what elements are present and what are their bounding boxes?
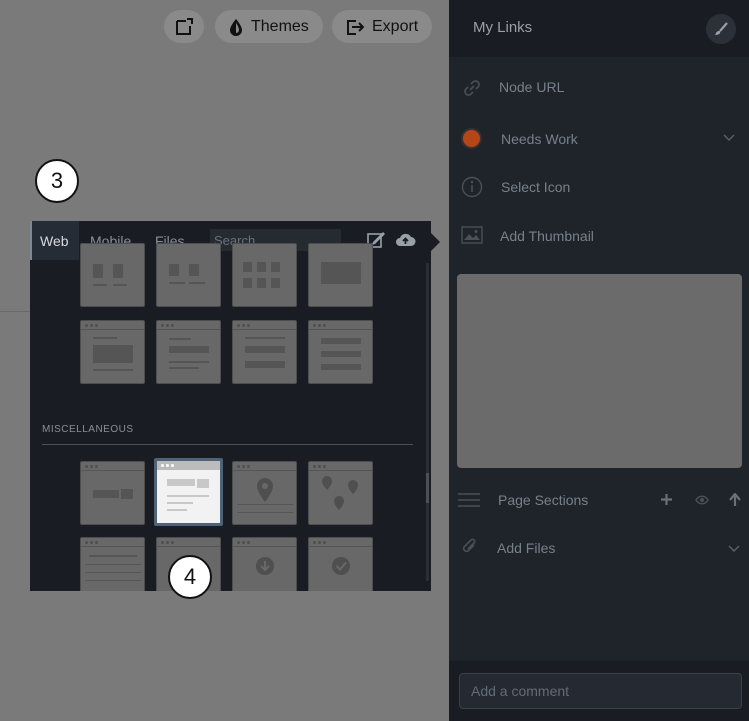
template-thumb[interactable] bbox=[232, 243, 297, 307]
export-icon bbox=[347, 19, 364, 35]
chevron-down-icon[interactable] bbox=[728, 545, 740, 553]
template-thumb[interactable] bbox=[232, 461, 297, 525]
template-thumb[interactable] bbox=[80, 243, 145, 307]
template-thumb[interactable] bbox=[80, 461, 145, 525]
step-4-marker: 4 bbox=[168, 555, 212, 599]
download-circle-icon bbox=[256, 557, 274, 575]
chevron-down-icon[interactable] bbox=[723, 134, 735, 142]
brush-button[interactable] bbox=[706, 14, 736, 44]
template-thumb[interactable] bbox=[308, 320, 373, 384]
arrow-up-icon[interactable] bbox=[729, 493, 741, 506]
template-thumb[interactable] bbox=[80, 320, 145, 384]
template-thumb[interactable] bbox=[308, 461, 373, 525]
template-thumb[interactable] bbox=[308, 243, 373, 307]
info-icon bbox=[461, 176, 483, 198]
map-pin-icon bbox=[257, 478, 273, 502]
image-icon bbox=[461, 226, 483, 244]
eye-icon[interactable] bbox=[695, 495, 709, 505]
node-url-field[interactable]: Node URL bbox=[499, 79, 564, 95]
page-sections-label: Page Sections bbox=[498, 492, 589, 508]
add-files-field[interactable]: Add Files bbox=[497, 540, 555, 556]
select-icon-field[interactable]: Select Icon bbox=[501, 179, 570, 195]
picker-scrollbar[interactable] bbox=[426, 263, 429, 581]
template-thumb-selected[interactable] bbox=[154, 458, 223, 526]
status-dropdown[interactable]: Needs Work bbox=[501, 131, 578, 147]
multi-pin-icon bbox=[322, 476, 358, 510]
tab-web[interactable]: Web bbox=[30, 221, 79, 260]
thumbnail-preview[interactable] bbox=[457, 274, 742, 468]
template-thumb[interactable] bbox=[308, 537, 373, 591]
template-thumb[interactable] bbox=[156, 243, 221, 307]
themes-button[interactable]: Themes bbox=[215, 10, 323, 43]
export-label: Export bbox=[372, 17, 419, 35]
status-dot bbox=[461, 128, 482, 149]
add-thumbnail-field[interactable]: Add Thumbnail bbox=[500, 228, 594, 244]
template-thumb[interactable] bbox=[80, 537, 145, 591]
export-button[interactable]: Export bbox=[332, 10, 433, 43]
sidebar-header: My Links bbox=[449, 0, 749, 57]
section-divider bbox=[42, 444, 413, 445]
template-thumb[interactable] bbox=[232, 320, 297, 384]
check-circle-icon bbox=[332, 557, 350, 575]
page-corner-icon bbox=[176, 17, 193, 35]
template-thumb[interactable] bbox=[232, 537, 297, 591]
hamburger-icon[interactable] bbox=[458, 492, 480, 508]
links-sidebar: My Links Node URL Needs Work Select Icon… bbox=[449, 0, 749, 721]
sidebar-title: My Links bbox=[473, 19, 533, 36]
picker-pointer bbox=[431, 233, 440, 251]
canvas-divider bbox=[0, 311, 30, 312]
plus-icon[interactable] bbox=[661, 494, 672, 505]
brush-icon bbox=[715, 22, 728, 35]
droplet-icon bbox=[230, 18, 242, 36]
step-3-marker: 3 bbox=[35, 159, 79, 203]
page-icon-button[interactable] bbox=[164, 10, 204, 43]
themes-label: Themes bbox=[251, 17, 309, 35]
comment-input[interactable] bbox=[459, 673, 742, 709]
cloud-upload-icon[interactable] bbox=[395, 232, 416, 247]
paperclip-icon bbox=[462, 538, 476, 553]
picker-scrollbar-thumb[interactable] bbox=[426, 473, 429, 503]
template-thumb[interactable] bbox=[156, 320, 221, 384]
link-icon[interactable] bbox=[462, 78, 482, 98]
component-picker: Web Mobile Files Search MISCELLANEOUS bbox=[30, 221, 431, 591]
section-label: MISCELLANEOUS bbox=[42, 424, 134, 435]
